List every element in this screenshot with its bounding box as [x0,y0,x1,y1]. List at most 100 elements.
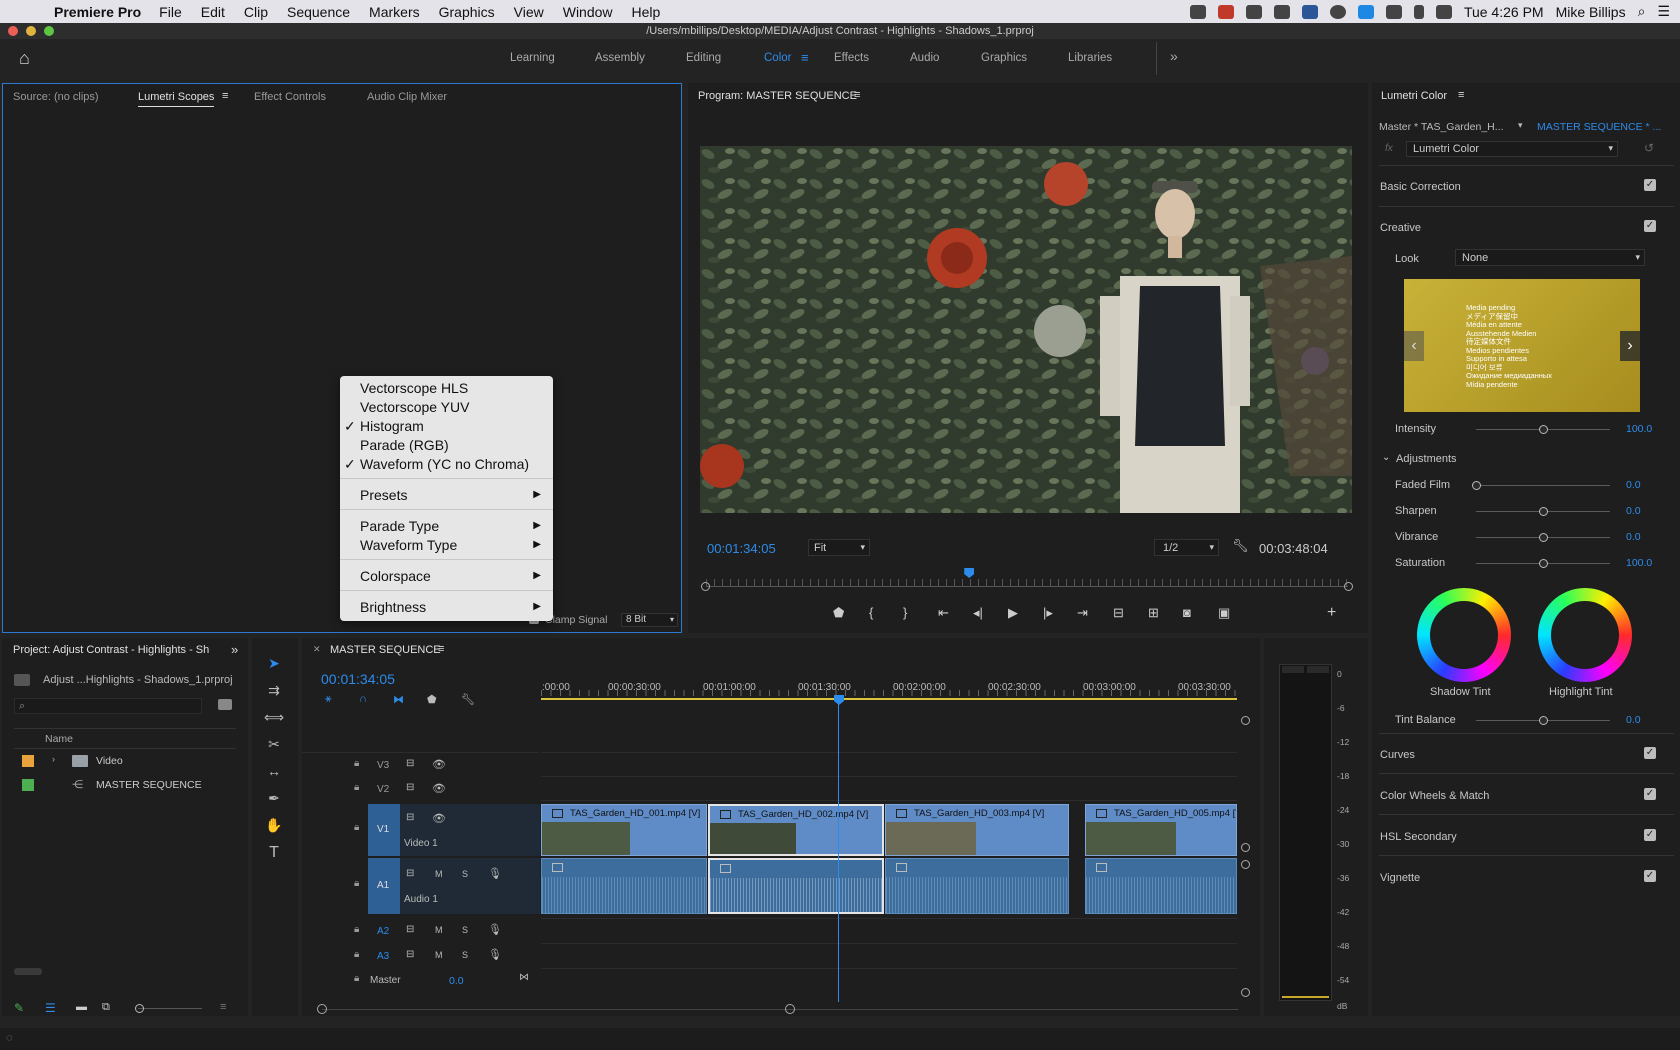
close-circle-icon[interactable] [1329,4,1346,19]
tab-source[interactable]: Source: (no clips) [13,91,99,103]
sync-lock-icon[interactable]: ⊟ [406,949,414,960]
menu-item-parade-rgb[interactable]: Parade (RGB) [360,437,449,453]
menu-item-waveform[interactable]: Waveform (YC no Chroma) [360,456,529,472]
vertical-zoom-handle[interactable] [1241,988,1250,997]
microphone-icon[interactable]: 🎙︎ [488,948,502,961]
audio-clip[interactable] [541,858,707,914]
pen-tool-icon[interactable]: ✒ [263,790,285,810]
vignette-checkbox[interactable]: ✓ [1644,870,1656,882]
export-frame-icon[interactable]: ◙ [1183,605,1191,620]
workspace-editing[interactable]: Editing [686,52,721,64]
extract-icon[interactable]: ⊞ [1148,605,1159,621]
menu-item-parade-type[interactable]: Parade Type [360,518,439,534]
mute-button[interactable]: M [435,925,443,935]
audio-clip[interactable] [885,858,1069,914]
more-workspaces-icon[interactable]: » [1170,48,1178,64]
workspace-learning[interactable]: Learning [510,52,555,64]
workspace-menu-icon[interactable]: ≡ [801,50,809,65]
menu-item-histogram[interactable]: Histogram [360,418,424,434]
resolution-select[interactable]: 1/2 ▾ [1154,539,1219,556]
lock-icon[interactable]: 🔒︎ [354,973,359,984]
chevron-down-icon[interactable]: ⌄ [1382,452,1390,463]
new-bin-icon[interactable] [218,699,232,710]
curves-checkbox[interactable]: ✓ [1644,747,1656,759]
zoom-slider-knob[interactable] [135,1004,144,1013]
pencil-icon[interactable]: ✎ [14,1001,24,1015]
vertical-zoom-handle[interactable] [1241,843,1250,852]
wrench-icon[interactable]: 🔧︎ [1232,538,1249,554]
eye-icon[interactable]: 👁︎ [432,782,446,795]
step-back-icon[interactable]: ◂| [973,605,983,621]
lock-icon[interactable]: 🔒︎ [354,822,359,833]
video-clip[interactable]: TAS_Garden_HD_001.mp4 [V] [541,804,707,856]
column-header-name[interactable]: Name [45,733,73,745]
hand-tool-icon[interactable]: ✋ [263,817,285,837]
faded-film-value[interactable]: 0.0 [1626,479,1641,491]
add-marker-icon[interactable]: ⬟ [427,693,437,706]
menu-edit[interactable]: Edit [201,4,225,20]
monitor-playhead[interactable] [964,568,975,578]
workspace-color[interactable]: Color [764,52,791,64]
freeform-view-icon[interactable]: ⧉ [102,1001,110,1014]
sync-lock-icon[interactable]: ⊟ [406,812,414,823]
chevron-right-icon[interactable]: › [52,754,55,764]
step-forward-icon[interactable]: |▸ [1043,605,1053,621]
menu-help[interactable]: Help [632,4,661,20]
program-monitor-title[interactable]: Program: MASTER SEQUENCE [698,90,857,102]
zoom-bar-right-handle[interactable] [785,1004,795,1014]
linked-selection-icon[interactable]: ⧓ [393,693,404,706]
tint-balance-value[interactable]: 0.0 [1626,714,1641,726]
track-select-tool-icon[interactable]: ⇉ [263,682,285,702]
vertical-zoom-handle[interactable] [1241,716,1250,725]
video-clip[interactable]: TAS_Garden_HD_003.mp4 [V] [885,804,1069,856]
effect-select[interactable]: Lumetri Color ▾ [1406,141,1618,157]
master-volume-value[interactable]: 0.0 [449,975,464,987]
comparison-view-icon[interactable]: ▣ [1218,605,1230,621]
lock-icon[interactable]: 🔒︎ [354,878,359,889]
sync-lock-icon[interactable]: ⊟ [406,782,414,793]
vibrance-slider-knob[interactable] [1539,533,1548,542]
clock[interactable]: Tue 4:26 PM [1464,4,1544,20]
shadow-tint-wheel[interactable] [1417,588,1511,682]
sharpen-slider-knob[interactable] [1539,507,1548,516]
mark-in-icon[interactable]: { [869,605,873,620]
adjustments-section[interactable]: Adjustments [1396,453,1457,465]
reset-icon[interactable]: ↺ [1644,141,1654,155]
solo-button[interactable]: S [462,869,468,879]
mark-out-icon[interactable]: } [903,605,907,620]
basic-correction-checkbox[interactable]: ✓ [1644,179,1656,191]
saturation-slider-knob[interactable] [1539,559,1548,568]
look-select[interactable]: None ▾ [1455,249,1645,266]
sort-icon[interactable]: ≡ [220,1001,226,1013]
close-tab-icon[interactable]: ✕ [313,644,321,655]
go-to-in-icon[interactable]: ⇤ [938,605,949,621]
eye-icon[interactable]: 👁︎ [432,812,446,825]
highlight-tint-wheel[interactable] [1538,588,1632,682]
menu-sequence[interactable]: Sequence [287,4,350,20]
faded-film-slider[interactable] [1476,485,1610,486]
v1-source-patch[interactable]: V1 [368,804,400,856]
control-center-icon[interactable]: ☰ [1657,3,1670,20]
bit-depth-select[interactable]: 8 Bit ▾ [621,613,678,627]
track-v2-label[interactable]: V2 [377,784,389,795]
chevron-down-icon[interactable]: ▾ [1518,120,1523,131]
workspace-assembly[interactable]: Assembly [595,52,645,64]
user-name[interactable]: Mike Billips [1556,4,1626,20]
close-window-icon[interactable] [8,26,18,36]
rocket-icon[interactable] [1245,4,1262,19]
color-wheels-section[interactable]: Color Wheels & Match [1380,790,1489,802]
peak-indicator[interactable] [1307,666,1329,673]
teams-icon[interactable] [1301,4,1318,19]
mute-button[interactable]: M [435,950,443,960]
mute-button[interactable]: M [435,869,443,879]
creative-checkbox[interactable]: ✓ [1644,220,1656,232]
next-look-icon[interactable]: › [1620,331,1640,361]
list-view-icon[interactable]: ☰ [45,1001,56,1015]
video-clip-selected[interactable]: TAS_Garden_HD_002.mp4 [V] [708,804,884,856]
microphone-icon[interactable]: 🎙︎ [488,867,502,880]
tint-balance-slider-knob[interactable] [1539,716,1548,725]
intensity-value[interactable]: 100.0 [1626,423,1652,435]
work-area-bar[interactable] [541,698,1237,700]
panel-menu-icon[interactable]: ≡ [1458,89,1464,101]
timeline-playhead-handle[interactable] [834,695,844,705]
